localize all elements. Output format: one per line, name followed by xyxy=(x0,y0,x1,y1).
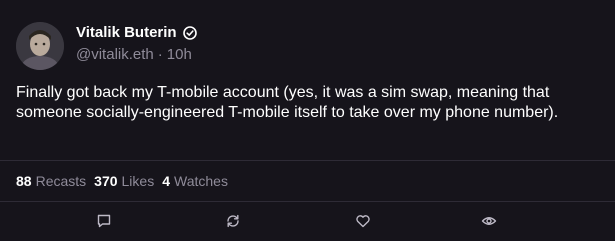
divider xyxy=(0,160,615,161)
author-display-name[interactable]: Vitalik Buterin xyxy=(76,24,177,42)
reply-icon xyxy=(97,214,111,228)
recasts-count: 88 xyxy=(16,173,32,189)
post-actions xyxy=(0,207,615,235)
recasts-stat[interactable]: 88 Recasts xyxy=(16,173,86,190)
divider xyxy=(0,201,615,202)
watches-stat[interactable]: 4 Watches xyxy=(162,173,228,190)
recast-button[interactable] xyxy=(223,211,243,231)
like-icon xyxy=(356,215,370,228)
recast-icon xyxy=(227,214,239,228)
watch-icon xyxy=(481,217,497,225)
author-name-row: Vitalik Buterin xyxy=(76,24,197,42)
recasts-label: Recasts xyxy=(35,173,87,189)
meta-separator: · xyxy=(157,46,163,63)
avatar-image xyxy=(16,22,64,70)
watches-label: Watches xyxy=(174,173,228,189)
watch-button[interactable] xyxy=(479,211,499,231)
author-meta-row: @vitalik.eth · 10h xyxy=(76,46,192,64)
watches-count: 4 xyxy=(162,173,170,189)
verified-badge-icon xyxy=(182,26,197,40)
likes-label: Likes xyxy=(121,173,155,189)
post-stats: 88 Recasts 370 Likes 4 Watches xyxy=(16,173,228,190)
author-handle[interactable]: @vitalik.eth xyxy=(76,46,154,64)
like-button[interactable] xyxy=(353,211,373,231)
post-body-text: Finally got back my T-mobile account (ye… xyxy=(16,84,559,121)
reply-button[interactable] xyxy=(94,211,114,231)
likes-stat[interactable]: 370 Likes xyxy=(94,173,154,190)
likes-count: 370 xyxy=(94,173,118,189)
avatar[interactable] xyxy=(16,22,64,70)
post-card: Vitalik Buterin @vitalik.eth · 10h Final… xyxy=(0,0,615,241)
post-timestamp[interactable]: 10h xyxy=(167,46,192,64)
